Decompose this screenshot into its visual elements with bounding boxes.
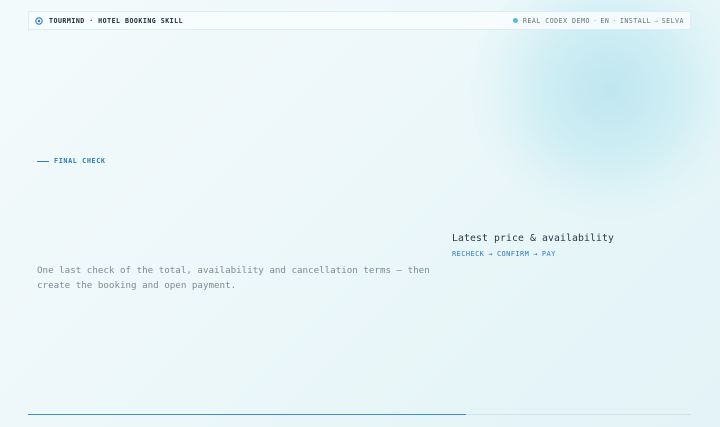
top-nav: REAL CODEX DEMO · EN · INSTALL → SELVA (512, 16, 684, 25)
target-logo-icon (35, 16, 43, 25)
background-glow (470, 0, 720, 220)
live-dot-icon (512, 18, 518, 23)
side-title: Latest price & availability (452, 233, 614, 244)
brand-title: TOURMIND · HOTEL BOOKING SKILL (49, 16, 184, 25)
progress-fill (28, 414, 466, 415)
nav-real-codex-demo[interactable]: REAL CODEX DEMO (523, 17, 590, 25)
nav-install[interactable]: INSTALL (620, 17, 651, 25)
nav-separator: · (592, 16, 598, 25)
nav-arrow: → (654, 16, 659, 25)
eyebrow-label: FINAL CHECK (54, 157, 106, 165)
step-arrow: → (533, 250, 538, 258)
step-flow: RECHECK → CONFIRM → PAY (452, 250, 614, 258)
brand[interactable]: TOURMIND · HOTEL BOOKING SKILL (35, 17, 183, 25)
section-eyebrow: FINAL CHECK (37, 157, 106, 165)
step-recheck: RECHECK (452, 250, 485, 258)
nav-selva[interactable]: SELVA (662, 17, 684, 25)
side-panel: Latest price & availability RECHECK → CO… (452, 233, 614, 258)
top-bar: TOURMIND · HOTEL BOOKING SKILL REAL CODE… (28, 11, 691, 30)
nav-language-en[interactable]: EN (600, 17, 609, 25)
eyebrow-rule (37, 160, 49, 162)
step-pay: PAY (541, 250, 556, 258)
step-confirm: CONFIRM (496, 250, 530, 258)
section-description: One last check of the total, availabilit… (37, 265, 430, 291)
step-arrow: → (488, 250, 493, 258)
progress-track (28, 414, 691, 415)
nav-separator: · (612, 16, 617, 25)
